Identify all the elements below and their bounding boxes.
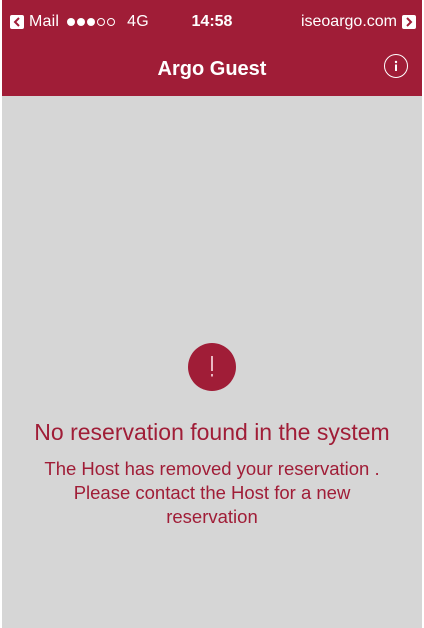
signal-strength-icon — [67, 18, 117, 26]
signal-dot — [97, 18, 106, 26]
forward-arrow-icon — [402, 15, 416, 29]
info-icon — [394, 60, 398, 71]
signal-dot — [107, 18, 116, 26]
signal-dot — [87, 18, 96, 26]
status-domain[interactable]: iseoargo.com — [301, 13, 416, 31]
back-app-label: Mail — [29, 13, 60, 30]
info-button[interactable] — [384, 54, 408, 78]
alert-badge — [188, 343, 236, 391]
error-message: The Host has removed your reservation . … — [44, 458, 380, 527]
app-header: Mail 4G 14:58 iseoargo.com Argo Guest — [2, 0, 422, 96]
signal-dot — [67, 18, 76, 26]
app-screen: Mail 4G 14:58 iseoargo.com Argo Guest No… — [0, 0, 424, 628]
signal-dot — [77, 18, 86, 26]
status-bar: Mail 4G 14:58 iseoargo.com — [2, 0, 422, 40]
exclamation-icon — [211, 356, 213, 377]
network-type: 4G — [127, 13, 149, 30]
page-title: Argo Guest — [157, 58, 267, 80]
back-arrow-icon — [10, 15, 24, 29]
domain-label: iseoargo.com — [300, 13, 397, 30]
back-to-app[interactable]: Mail 4G — [10, 13, 149, 31]
error-headline: No reservation found in the system — [34, 419, 390, 445]
